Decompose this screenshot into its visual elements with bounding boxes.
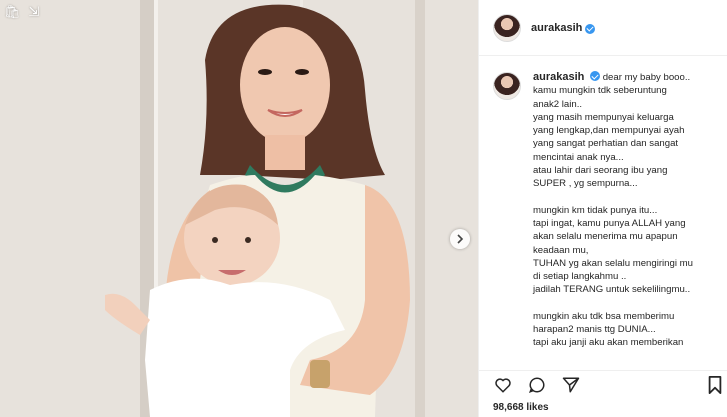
caption-avatar[interactable] bbox=[493, 72, 521, 100]
caption-line: tapi aku janji aku akan memberikan bbox=[533, 337, 684, 349]
action-bar bbox=[479, 370, 727, 398]
caption-text: aurakasih dear my baby booo.. kamu mungk… bbox=[533, 70, 693, 350]
caption-line: keadaan mu, bbox=[533, 244, 589, 256]
comments-area[interactable]: aurakasih dear my baby booo.. kamu mungk… bbox=[479, 70, 727, 368]
caption-line: anak2 lain.. bbox=[533, 98, 583, 110]
caption: aurakasih dear my baby booo.. kamu mungk… bbox=[493, 70, 727, 350]
post-photo[interactable]: 🛍 ⇲ bbox=[0, 0, 478, 417]
comment-icon bbox=[528, 376, 545, 393]
caption-line: yang masih mempunyai keluarga bbox=[533, 111, 674, 123]
like-button[interactable] bbox=[493, 375, 513, 395]
carousel-next-button[interactable] bbox=[450, 229, 470, 249]
caption-first-line: dear my baby booo.. bbox=[602, 72, 691, 83]
post-side-panel: aurakasih aurakasih dear my baby booo.. … bbox=[478, 0, 727, 417]
photo-illustration bbox=[0, 0, 478, 417]
save-button[interactable] bbox=[705, 375, 725, 395]
caption-line: jadilah TERANG untuk sekelilingmu.. bbox=[533, 284, 691, 296]
post-header: aurakasih bbox=[479, 0, 727, 56]
caption-line: yang lengkap,dan mempunyai ayah bbox=[533, 125, 685, 137]
collapse-arrows-icon[interactable]: ⇲ bbox=[29, 4, 40, 20]
caption-line: tapi ingat, kamu punya ALLAH yang bbox=[533, 217, 686, 229]
caption-line: di setiap langkahmu .. bbox=[533, 271, 627, 283]
caption-line: atau lahir dari seorang ibu yang bbox=[533, 165, 668, 177]
share-button[interactable] bbox=[561, 375, 581, 395]
likes-count[interactable]: 98,668 likes bbox=[493, 402, 549, 413]
caption-line: TUHAN yg akan selalu mengiringi mu bbox=[533, 257, 693, 269]
caption-line: mencintai anak nya... bbox=[533, 151, 624, 163]
caption-line: akan selalu menerima mu apapun bbox=[533, 231, 678, 243]
cart-icon[interactable]: 🛍 bbox=[4, 4, 21, 20]
comment-button[interactable] bbox=[527, 375, 547, 395]
caption-line: mungkin aku tdk bsa memberimu bbox=[533, 310, 675, 322]
header-username[interactable]: aurakasih bbox=[531, 22, 582, 34]
avatar[interactable] bbox=[493, 13, 521, 42]
caption-line: mungkin km tidak punya itu... bbox=[533, 204, 658, 216]
chevron-right-icon bbox=[457, 234, 464, 244]
heart-icon bbox=[495, 377, 511, 393]
caption-username[interactable]: aurakasih bbox=[533, 71, 584, 83]
verified-icon bbox=[590, 71, 601, 81]
verified-icon bbox=[585, 23, 596, 34]
bookmark-icon bbox=[708, 376, 722, 394]
caption-line: SUPER , yg sempurna... bbox=[533, 178, 638, 190]
caption-line: kamu mungkin tdk seberuntung bbox=[533, 85, 667, 97]
caption-line: yang sangat perhatian dan sangat bbox=[533, 138, 679, 150]
caption-line: harapan2 manis ttg DUNIA... bbox=[533, 324, 656, 336]
media-toolbar: 🛍 ⇲ bbox=[4, 4, 39, 20]
share-icon bbox=[562, 377, 580, 392]
